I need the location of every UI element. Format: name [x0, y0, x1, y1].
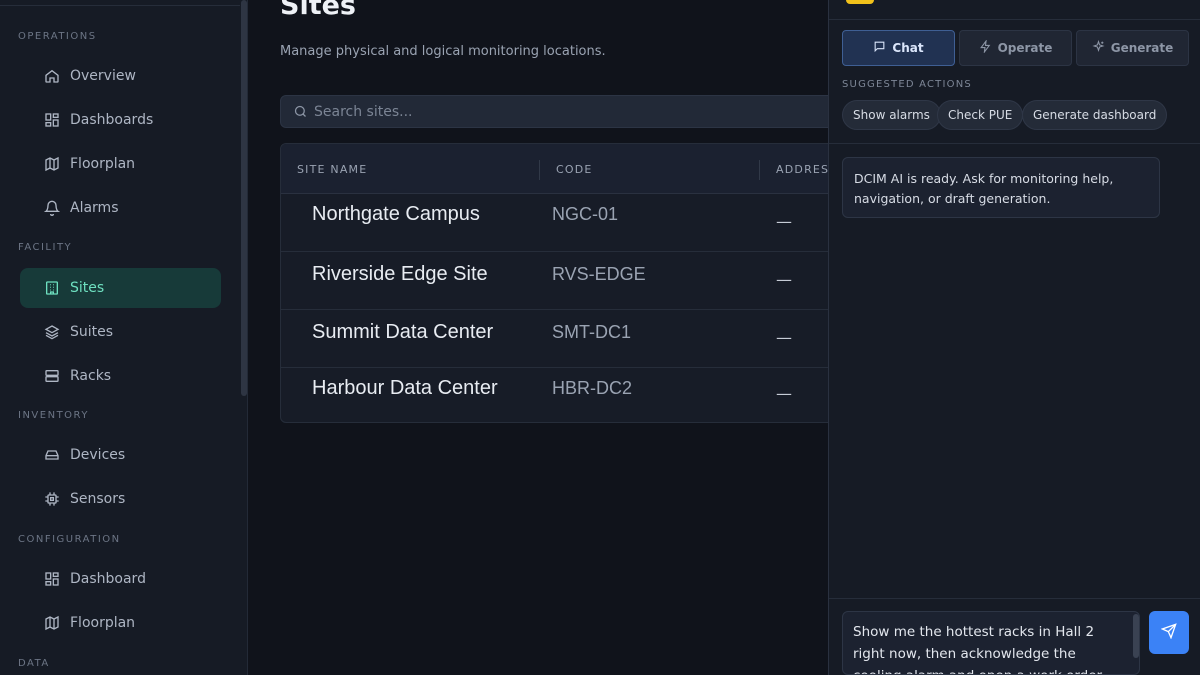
suggested-actions-label: SUGGESTED ACTIONS — [842, 79, 972, 90]
column-header-code[interactable]: CODE — [556, 144, 593, 194]
sidebar-item-sites[interactable]: Sites — [20, 268, 221, 308]
tab-label: Chat — [892, 41, 924, 55]
tab-chat[interactable]: Chat — [842, 30, 955, 66]
chip-show-alarms[interactable]: Show alarms — [842, 100, 941, 130]
send-icon — [1160, 622, 1177, 643]
sidebar-item-label: Overview — [70, 68, 136, 84]
table-row[interactable]: Riverside Edge Site RVS-EDGE — — [281, 252, 839, 310]
search-icon — [293, 104, 308, 119]
search-box[interactable] — [280, 95, 840, 128]
site-name-cell[interactable]: Riverside Edge Site — [312, 263, 488, 286]
server-icon — [44, 368, 60, 384]
site-code-cell: SMT-DC1 — [552, 322, 632, 342]
sidebar-item-label: Dashboards — [70, 112, 154, 128]
sidebar: OPERATIONS Overview Dashboards Floorplan… — [0, 0, 248, 675]
grid-icon — [44, 571, 60, 587]
page-title: Sites — [280, 0, 356, 21]
layers-icon — [44, 324, 60, 340]
divider — [829, 598, 1200, 599]
composer-input[interactable]: Show me the hottest racks in Hall 2 righ… — [853, 621, 1127, 674]
map-icon — [44, 156, 60, 172]
sidebar-item-dashboards[interactable]: Dashboards — [20, 100, 221, 140]
site-address-cell: — — [776, 270, 792, 289]
column-divider — [539, 160, 540, 180]
bell-icon — [44, 200, 60, 216]
site-code-cell: NGC-01 — [552, 204, 619, 224]
divider — [0, 5, 240, 6]
brand-logo — [846, 0, 874, 4]
sidebar-item-dashboard[interactable]: Dashboard — [20, 559, 221, 599]
page-subtitle: Manage physical and logical monitoring l… — [280, 44, 606, 59]
tab-operate[interactable]: Operate — [959, 30, 1072, 66]
chip-icon — [44, 491, 60, 507]
chip-check-pue[interactable]: Check PUE — [937, 100, 1024, 130]
search-input[interactable] — [314, 103, 814, 120]
tab-label: Operate — [997, 41, 1053, 55]
table-row[interactable]: Northgate Campus NGC-01 — — [281, 194, 839, 252]
table-row[interactable]: Harbour Data Center HBR-DC2 — — [281, 366, 839, 422]
sidebar-item-racks[interactable]: Racks — [20, 356, 221, 396]
column-divider — [759, 160, 760, 180]
grid-icon — [44, 112, 60, 128]
sites-table: SITE NAME CODE ADDRESS Northgate Campus … — [280, 143, 840, 423]
section-label-operations: OPERATIONS — [18, 31, 97, 42]
hard-drive-icon — [44, 447, 60, 463]
section-label-inventory: INVENTORY — [18, 410, 89, 421]
sidebar-item-label: Floorplan — [70, 615, 136, 631]
site-address-cell: — — [776, 328, 792, 347]
sidebar-item-overview[interactable]: Overview — [20, 56, 221, 96]
chip-generate-dashboard[interactable]: Generate dashboard — [1022, 100, 1168, 130]
sidebar-item-label: Sensors — [70, 491, 126, 507]
main-content: Sites Manage physical and logical monito… — [248, 0, 840, 675]
sidebar-item-suites[interactable]: Suites — [20, 312, 221, 352]
sidebar-item-label: Devices — [70, 447, 126, 463]
table-row[interactable]: Summit Data Center SMT-DC1 — — [281, 310, 839, 368]
building-icon — [44, 280, 60, 296]
sidebar-item-label: Dashboard — [70, 571, 146, 587]
site-code-cell: HBR-DC2 — [552, 378, 633, 398]
map-icon — [44, 615, 60, 631]
message-icon — [873, 40, 892, 56]
chat-composer[interactable]: Show me the hottest racks in Hall 2 righ… — [842, 611, 1140, 675]
sidebar-item-alarms[interactable]: Alarms — [20, 188, 221, 228]
site-code-cell: RVS-EDGE — [552, 264, 646, 284]
section-label-configuration: CONFIGURATION — [18, 534, 121, 545]
site-address-cell: — — [776, 384, 792, 403]
composer-scrollbar[interactable] — [1133, 614, 1139, 658]
assistant-message: DCIM AI is ready. Ask for monitoring hel… — [842, 157, 1160, 218]
sidebar-item-label: Floorplan — [70, 156, 136, 172]
sidebar-item-floorplan[interactable]: Floorplan — [20, 144, 221, 184]
table-header: SITE NAME CODE ADDRESS — [281, 144, 839, 194]
sidebar-item-label: Racks — [70, 368, 112, 384]
sidebar-item-devices[interactable]: Devices — [20, 435, 221, 475]
sidebar-item-floorplan-config[interactable]: Floorplan — [20, 603, 221, 643]
divider — [829, 19, 1200, 20]
section-label-data: DATA — [18, 658, 50, 669]
site-address-cell: — — [776, 212, 792, 231]
section-label-facility: FACILITY — [18, 242, 73, 253]
tab-label: Generate — [1110, 41, 1174, 55]
sidebar-item-label: Suites — [70, 324, 114, 340]
sidebar-scrollbar[interactable] — [241, 0, 247, 396]
column-header-site-name[interactable]: SITE NAME — [297, 144, 367, 194]
tab-generate[interactable]: Generate — [1076, 30, 1189, 66]
divider — [829, 143, 1200, 144]
send-button[interactable] — [1149, 611, 1189, 654]
site-name-cell[interactable]: Harbour Data Center — [312, 377, 498, 400]
site-name-cell[interactable]: Summit Data Center — [312, 321, 493, 344]
sidebar-item-sensors[interactable]: Sensors — [20, 479, 221, 519]
ai-assistant-panel: Chat Operate Generate SUGGESTED ACTIONS … — [828, 0, 1200, 675]
sidebar-item-label: Sites — [70, 280, 105, 296]
bolt-icon — [979, 39, 998, 56]
home-icon — [44, 68, 60, 84]
sidebar-item-label: Alarms — [70, 200, 119, 216]
site-name-cell[interactable]: Northgate Campus — [312, 203, 480, 226]
sparkles-icon — [1092, 39, 1111, 56]
